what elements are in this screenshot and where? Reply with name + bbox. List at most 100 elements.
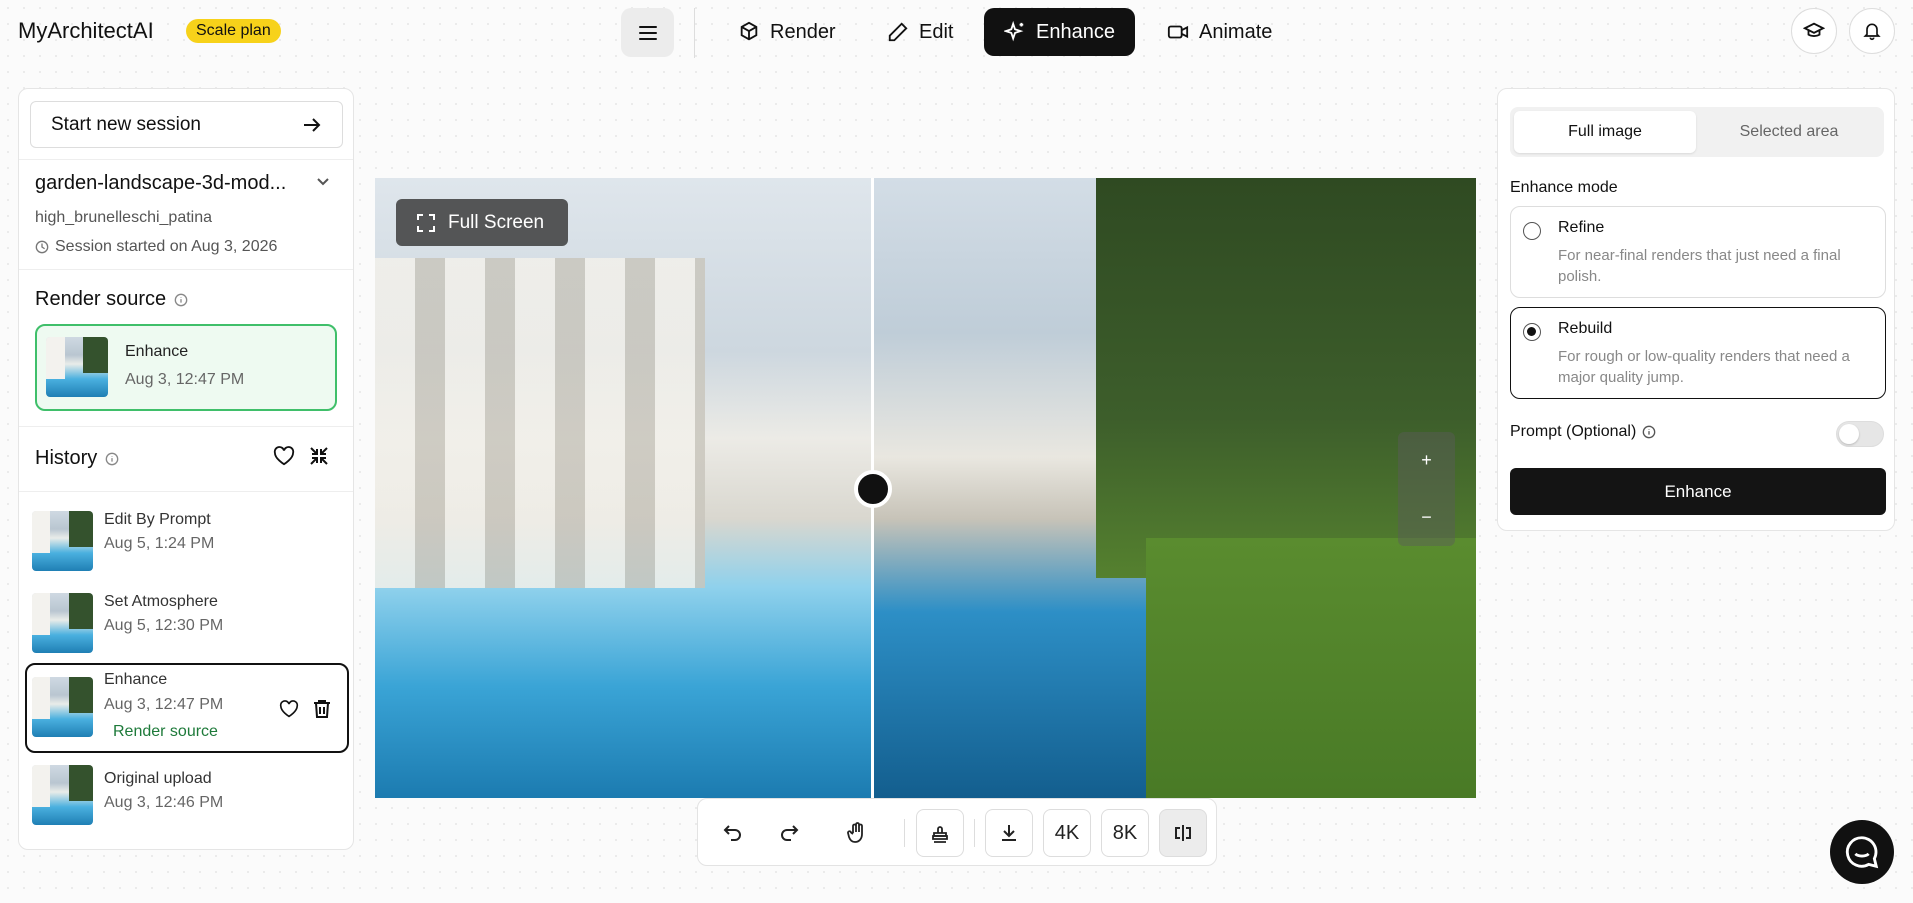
heart-icon[interactable]: [273, 446, 295, 466]
chat-support-button[interactable]: [1830, 820, 1894, 884]
redo-icon: [781, 825, 799, 841]
history-item[interactable]: Edit By Prompt Aug 5, 1:24 PM: [26, 501, 348, 572]
divider: [19, 159, 353, 160]
video-icon: [1167, 25, 1189, 39]
full-screen-button[interactable]: Full Screen: [396, 199, 568, 246]
before-image: [375, 178, 872, 798]
history-item-selected[interactable]: Enhance Aug 3, 12:47 PM Render source: [25, 663, 349, 753]
compare-icon: [1175, 825, 1191, 841]
history-item-date: Aug 5, 12:30 PM: [104, 617, 224, 634]
stamp-button[interactable]: [916, 809, 964, 857]
render-source-heading: Render source: [35, 288, 188, 311]
prompt-label: Prompt (Optional): [1510, 423, 1637, 440]
download-icon: [1002, 825, 1016, 841]
history-thumbnail: [32, 677, 93, 737]
refine-radio[interactable]: [1523, 222, 1541, 240]
zoom-controls: + −: [1398, 432, 1455, 546]
pencil-icon: [888, 22, 908, 42]
render-source-date: Aug 3, 12:47 PM: [125, 371, 245, 388]
brand-logo[interactable]: MyArchitectAI: [18, 18, 154, 44]
render-source-heading-text: Render source: [35, 288, 167, 310]
undo-button[interactable]: [709, 809, 757, 857]
plan-badge: Scale plan: [186, 19, 281, 43]
start-new-session-button[interactable]: Start new session: [30, 101, 343, 148]
tab-render[interactable]: Render: [718, 8, 856, 56]
history-item-title: Edit By Prompt: [104, 511, 211, 528]
download-button[interactable]: [985, 809, 1033, 857]
canvas-toolbar: 4K 8K: [697, 798, 1217, 866]
clock-icon: [35, 240, 49, 254]
history-item-date: Aug 5, 1:24 PM: [104, 535, 215, 552]
history-item-date: Aug 3, 12:47 PM: [104, 696, 224, 713]
download-8k-button[interactable]: 8K: [1101, 809, 1149, 857]
redo-button[interactable]: [765, 809, 813, 857]
info-icon[interactable]: [1642, 425, 1656, 439]
session-started-text: Session started on Aug 3, 2026: [55, 238, 278, 255]
divider: [974, 819, 975, 847]
render-source-label: Enhance: [125, 343, 189, 360]
notifications-button[interactable]: [1849, 8, 1895, 54]
chat-icon: [1845, 836, 1879, 869]
graduation-cap-icon: [1803, 22, 1825, 37]
info-icon[interactable]: [105, 452, 119, 466]
divider: [19, 426, 353, 427]
tab-edit[interactable]: Edit: [867, 8, 973, 56]
mode-option-rebuild[interactable]: Rebuild For rough or low-quality renders…: [1510, 307, 1886, 399]
mode-option-refine[interactable]: Refine For near-final renders that just …: [1510, 206, 1886, 298]
history-item[interactable]: Set Atmosphere Aug 5, 12:30 PM: [26, 583, 348, 654]
zoom-out-button[interactable]: −: [1398, 489, 1455, 546]
after-image: [874, 178, 1476, 798]
history-thumbnail: [32, 765, 93, 825]
mode-description: For near-final renders that just need a …: [1558, 247, 1841, 285]
render-source-card[interactable]: Enhance Aug 3, 12:47 PM: [35, 324, 337, 411]
hand-icon: [847, 822, 863, 843]
tab-enhance-label: Enhance: [1036, 20, 1115, 43]
mode-description: For rough or low-quality renders that ne…: [1558, 348, 1850, 386]
history-item-title: Enhance: [104, 671, 168, 688]
arrow-right-icon: [304, 117, 321, 132]
zoom-in-button[interactable]: +: [1398, 432, 1455, 489]
stamp-icon: [932, 826, 948, 843]
history-heading: History: [35, 447, 119, 470]
history-item-title: Original upload: [104, 770, 212, 787]
history-item[interactable]: Original upload Aug 3, 12:46 PM: [26, 760, 348, 831]
pan-button[interactable]: [833, 809, 881, 857]
history-item-title: Set Atmosphere: [104, 593, 218, 610]
heart-icon[interactable]: [279, 700, 299, 718]
top-bar: MyArchitectAI Scale plan Render Edit Enh…: [0, 0, 1913, 63]
compare-button[interactable]: [1159, 809, 1207, 857]
info-icon[interactable]: [174, 293, 188, 307]
divider: [694, 8, 695, 58]
trash-icon[interactable]: [313, 699, 331, 719]
tab-full-image[interactable]: Full image: [1514, 111, 1696, 153]
comparison-slider-handle[interactable]: [854, 470, 892, 508]
download-4k-button[interactable]: 4K: [1043, 809, 1091, 857]
history-heading-text: History: [35, 447, 98, 469]
comparison-canvas[interactable]: [375, 178, 1476, 798]
full-screen-label: Full Screen: [448, 211, 545, 233]
render-source-tag: Render source: [113, 723, 218, 740]
tab-enhance[interactable]: Enhance: [984, 8, 1135, 56]
chevron-down-icon[interactable]: [315, 173, 331, 189]
divider: [19, 491, 353, 492]
divider: [904, 819, 905, 847]
project-style: high_brunelleschi_patina: [35, 209, 213, 226]
sparkles-icon: [1004, 21, 1024, 42]
tab-selected-area[interactable]: Selected area: [1698, 111, 1880, 153]
mode-title: Rebuild: [1558, 320, 1613, 337]
tab-animate[interactable]: Animate: [1147, 8, 1292, 56]
session-sidebar: Start new session garden-landscape-3d-mo…: [18, 88, 354, 850]
rebuild-radio[interactable]: [1523, 323, 1541, 341]
start-new-session-label: Start new session: [51, 113, 201, 135]
enhance-settings-panel: Full image Selected area Enhance mode Re…: [1497, 88, 1895, 531]
render-source-thumbnail: [46, 337, 108, 397]
project-title[interactable]: garden-landscape-3d-mod...: [35, 172, 286, 195]
collapse-icon[interactable]: [309, 446, 329, 466]
tab-edit-label: Edit: [919, 20, 954, 43]
menu-button[interactable]: [621, 8, 674, 57]
bell-icon: [1863, 23, 1881, 41]
tutorials-button[interactable]: [1791, 8, 1837, 54]
mode-title: Refine: [1558, 219, 1605, 236]
enhance-button[interactable]: Enhance: [1510, 468, 1886, 515]
prompt-toggle[interactable]: [1836, 421, 1884, 447]
